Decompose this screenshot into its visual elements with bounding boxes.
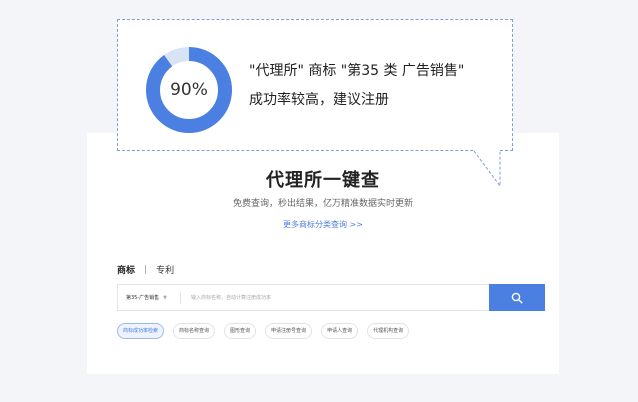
success-rate-label: 90% (170, 80, 208, 100)
success-rate-gauge: 90% (145, 46, 233, 134)
category-select-value: 第35-广告销售 (126, 295, 160, 301)
chip-graphic-search[interactable]: 图形查询 (224, 323, 257, 339)
tab-separator: | (144, 264, 148, 275)
search-bar: 第35-广告销售 ▼ (117, 284, 545, 311)
chip-applicant-search[interactable]: 申请人查询 (321, 323, 359, 339)
result-line-2: 成功率较高，建议注册 (249, 92, 389, 108)
quick-links: 商标成功率检索 商标名称查询 图形查询 申请注册号查询 申请人查询 代理机构查询 (117, 323, 418, 339)
chip-success-rate-search[interactable]: 商标成功率检索 (117, 323, 165, 339)
search-type-tabs: 商标 | 专利 (117, 263, 174, 277)
bubble-tail (473, 150, 501, 187)
result-line-1: "代理所" 商标 "第35 类 广告销售" (249, 63, 465, 79)
more-categories-link[interactable]: 更多商标分类查询 >> (87, 219, 559, 230)
chip-agency-search[interactable]: 代理机构查询 (367, 323, 410, 339)
page-subtitle: 免费查询，秒出结果，亿万精准数据实时更新 (232, 199, 413, 209)
result-bubble: 90% "代理所" 商标 "第35 类 广告销售" 成功率较高，建议注册 (117, 19, 513, 151)
search-icon (511, 292, 523, 304)
tab-patent[interactable]: 专利 (156, 263, 174, 276)
tab-trademark[interactable]: 商标 (117, 263, 135, 276)
chip-name-search[interactable]: 商标名称查询 (173, 323, 216, 339)
chevron-down-icon: ▼ (163, 294, 168, 301)
search-button[interactable] (489, 284, 545, 311)
chip-registration-number-search[interactable]: 申请注册号查询 (265, 323, 313, 339)
category-select[interactable]: 第35-广告销售 ▼ (118, 285, 180, 310)
